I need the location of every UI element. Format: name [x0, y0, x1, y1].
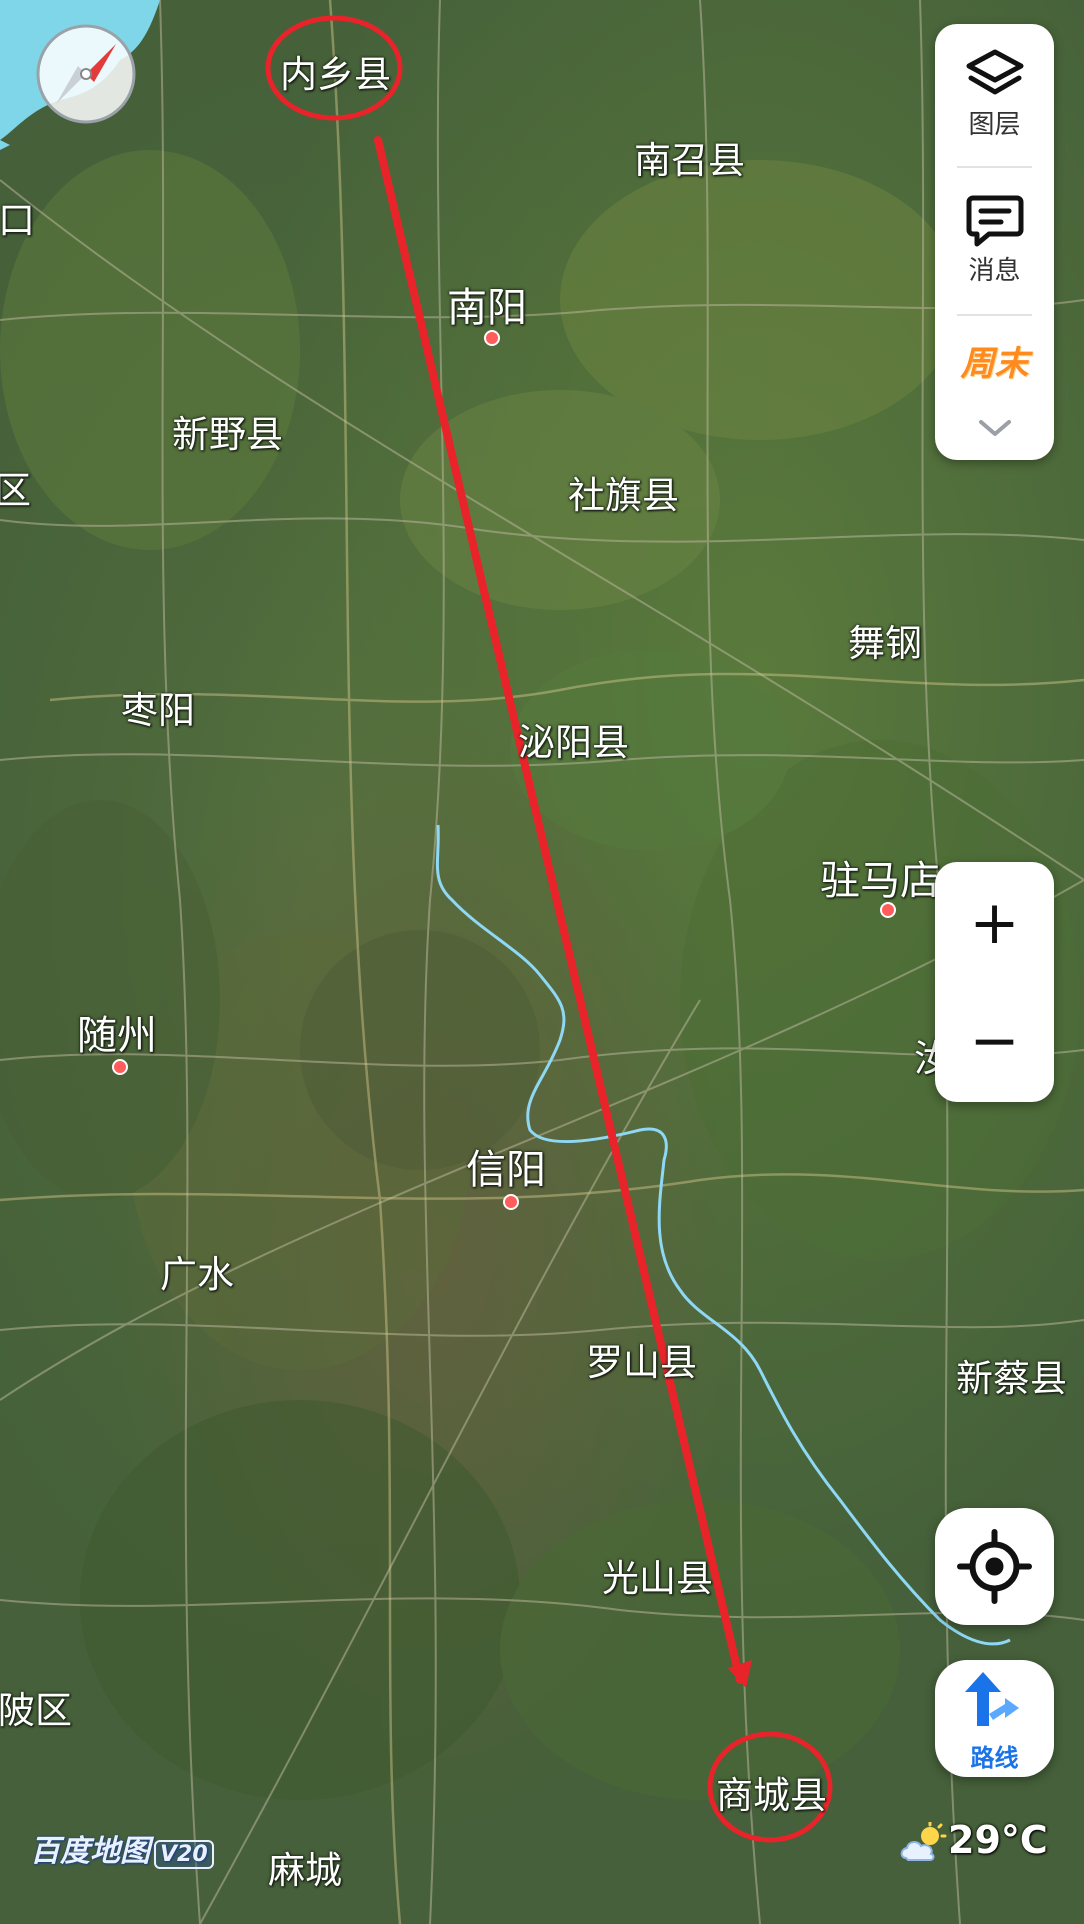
- compass-button[interactable]: [34, 22, 138, 126]
- messages-button[interactable]: 消息: [935, 192, 1054, 287]
- place-label-luoshan[interactable]: 罗山县: [586, 1332, 697, 1386]
- place-label-wugang[interactable]: 舞钢: [848, 613, 922, 667]
- route-arrow-icon: [965, 1672, 1019, 1726]
- messages-label: 消息: [968, 256, 1021, 286]
- zoom-panel: + −: [935, 862, 1054, 1102]
- place-label-huangpi[interactable]: 陂区: [0, 1680, 72, 1734]
- message-icon: [966, 195, 1023, 247]
- layers-icon: [966, 49, 1023, 95]
- place-label-nanyang[interactable]: 南阳: [447, 275, 527, 333]
- route-label: 路线: [970, 1744, 1019, 1772]
- place-label-macheng[interactable]: 麻城: [268, 1840, 342, 1894]
- divider: [957, 314, 1032, 316]
- place-label-sheqi[interactable]: 社旗县: [568, 465, 679, 519]
- place-label-xinyang[interactable]: 信阳: [466, 1137, 546, 1195]
- layers-button[interactable]: 图层: [935, 48, 1054, 141]
- weekend-label: 周末: [960, 344, 1029, 384]
- place-label-neixiang[interactable]: 内乡县: [280, 44, 391, 98]
- map-tools-panel: 图层 消息 周末: [935, 24, 1054, 460]
- satellite-map[interactable]: [0, 0, 1084, 1924]
- logo-version: V20: [154, 1840, 214, 1869]
- place-label-kou[interactable]: 口: [0, 190, 35, 244]
- partly-cloudy-icon: [900, 1822, 947, 1861]
- logo-text: 百度地图: [30, 1834, 150, 1869]
- compass-icon: [36, 24, 136, 124]
- weekend-button[interactable]: 周末: [935, 336, 1054, 385]
- route-button[interactable]: 路线: [935, 1660, 1054, 1777]
- place-label-qu-left[interactable]: 区: [0, 460, 31, 514]
- place-label-zaoyang[interactable]: 枣阳: [121, 680, 195, 734]
- place-label-nanzhao[interactable]: 南召县: [634, 130, 745, 184]
- zoom-in-button[interactable]: +: [935, 864, 1054, 982]
- place-label-xinye[interactable]: 新野县: [172, 404, 283, 458]
- zoom-out-button[interactable]: −: [935, 982, 1054, 1100]
- layers-label: 图层: [968, 110, 1021, 140]
- place-label-biyang[interactable]: 泌阳县: [518, 712, 629, 766]
- place-label-xincai[interactable]: 新蔡县: [956, 1348, 1067, 1402]
- place-label-guangshan[interactable]: 光山县: [602, 1548, 713, 1602]
- city-dot-xinyang: [503, 1194, 519, 1210]
- temperature: 29°C: [948, 1818, 1048, 1862]
- place-label-zhumadian[interactable]: 驻马店: [820, 848, 940, 906]
- baidu-map-logo: 百度地图 V20: [30, 1826, 214, 1870]
- place-label-suizhou[interactable]: 随州: [77, 1003, 157, 1061]
- place-label-shangcheng[interactable]: 商城县: [716, 1765, 827, 1819]
- expand-panel-button[interactable]: [935, 416, 1054, 440]
- locate-button[interactable]: [935, 1508, 1054, 1625]
- locate-icon: [957, 1529, 1032, 1604]
- chevron-down-icon: [978, 420, 1011, 436]
- place-label-guangshui[interactable]: 广水: [160, 1244, 234, 1298]
- city-dot-suizhou: [112, 1059, 128, 1075]
- city-dot-nanyang: [484, 330, 500, 346]
- divider: [957, 166, 1032, 168]
